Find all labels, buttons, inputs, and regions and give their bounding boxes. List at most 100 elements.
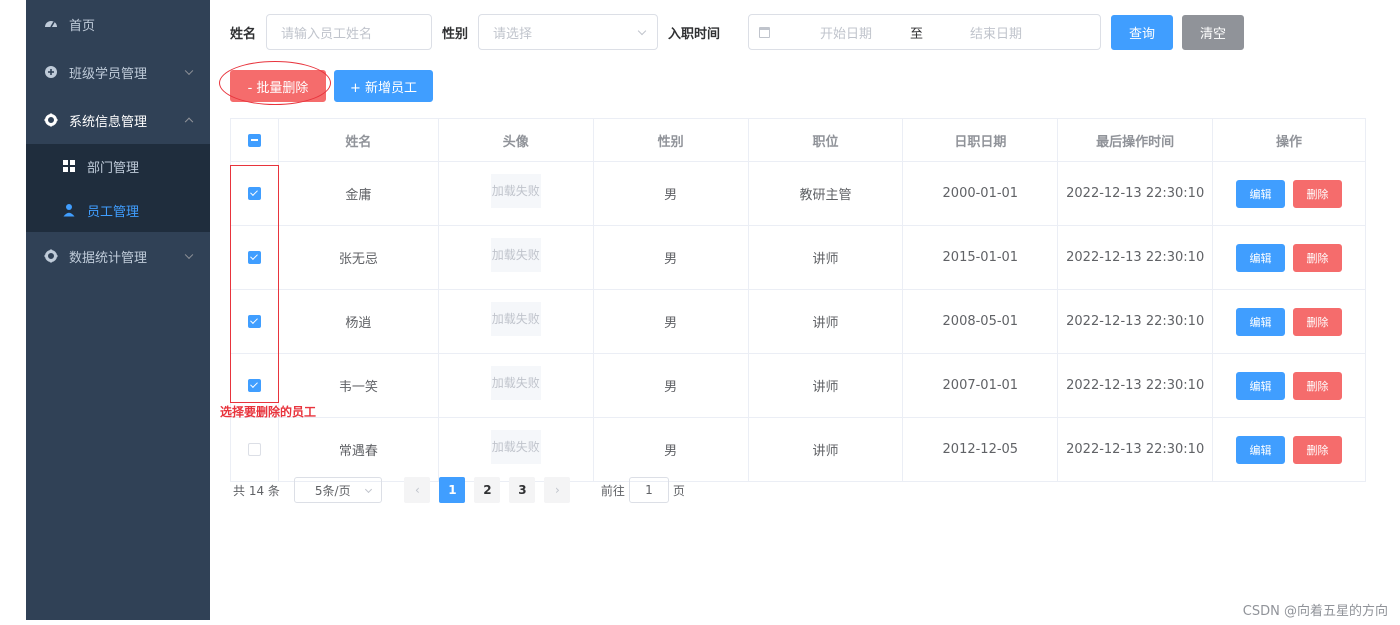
employee-entry-date: 2008-05-01: [903, 290, 1059, 353]
goto-prefix: 前往: [600, 483, 625, 498]
delete-button[interactable]: 删除: [1293, 371, 1343, 400]
main-content: 姓名 请输入员工姓名 性别 请选择 入职时间 开始日期 至 结束日期 查询 清空…: [210, 0, 1400, 625]
table-row: 杨逍 加载失败 男 讲师 2008-05-01 2022-12-13 22:30…: [231, 290, 1366, 354]
employee-gender: 男: [594, 162, 749, 225]
entry-date-range[interactable]: 开始日期 至 结束日期: [748, 14, 1102, 50]
row-checkbox[interactable]: [247, 251, 261, 264]
employee-entry-date: 2000-01-01: [903, 162, 1059, 225]
sidebar-item-departments[interactable]: 部门管理: [26, 144, 210, 188]
pagination-total: 共 14 条: [233, 483, 280, 498]
watermark: CSDN @向着五星的方向: [1242, 604, 1388, 619]
pagination: 共 14 条 5条/页 ‹ 1 2 3 › 前往 1 页: [233, 477, 685, 503]
employee-name: 张无忌: [279, 226, 439, 289]
header-entry-date: 日职日期: [903, 119, 1059, 161]
page-button-1[interactable]: 1: [439, 477, 466, 503]
gender-select[interactable]: 请选择: [478, 14, 659, 50]
sidebar-item-employees[interactable]: 员工管理: [26, 188, 210, 232]
employee-gender: 男: [594, 418, 749, 481]
select-all-checkbox[interactable]: [247, 133, 261, 147]
row-checkbox[interactable]: [247, 315, 261, 328]
employee-gender: 男: [594, 290, 749, 353]
employee-job: 讲师: [749, 418, 904, 481]
add-employee-button[interactable]: + 新增员工: [334, 70, 433, 102]
row-checkbox[interactable]: [247, 443, 261, 456]
edit-button[interactable]: 编辑: [1236, 435, 1286, 464]
sidebar-item-class-students[interactable]: 班级学员管理: [26, 48, 210, 96]
sidebar-item-label: 部门管理: [87, 160, 140, 176]
table-row: 张无忌 加载失败 男 讲师 2015-01-01 2022-12-13 22:3…: [231, 226, 1366, 290]
row-checkbox[interactable]: [247, 379, 261, 392]
sidebar-item-label: 首页: [69, 18, 96, 34]
chevron-down-icon: [364, 485, 372, 494]
delete-button[interactable]: 删除: [1293, 307, 1343, 336]
query-button[interactable]: 查询: [1111, 14, 1174, 50]
employee-name: 金庸: [279, 162, 439, 225]
search-form: 姓名 请输入员工姓名 性别 请选择 入职时间 开始日期 至 结束日期 查询 清空: [230, 14, 1245, 50]
sidebar-item-home[interactable]: 首页: [26, 0, 210, 48]
sidebar-item-label: 员工管理: [87, 204, 140, 220]
sidebar-item-label: 系统信息管理: [69, 114, 148, 130]
clear-button[interactable]: 清空: [1182, 14, 1245, 50]
header-job: 职位: [749, 119, 904, 161]
header-operations: 操作: [1213, 119, 1366, 161]
chevron-down-icon: [184, 66, 194, 76]
page-size-select[interactable]: 5条/页: [293, 477, 382, 503]
avatar: 加载失败: [490, 237, 541, 272]
gear-icon: [44, 113, 58, 127]
employee-gender: 男: [594, 354, 749, 417]
avatar: 加载失败: [490, 365, 541, 400]
row-checkbox[interactable]: [247, 187, 261, 200]
gender-label: 性别: [442, 26, 469, 42]
name-label: 姓名: [230, 26, 257, 42]
plus-circle-icon: [44, 65, 58, 79]
employee-update-time: 2022-12-13 22:30:10: [1058, 162, 1214, 225]
next-page-button[interactable]: ›: [544, 477, 571, 503]
prev-page-button[interactable]: ‹: [404, 477, 431, 503]
sidebar-item-data-statistics[interactable]: 数据统计管理: [26, 232, 210, 280]
sidebar: 首页 班级学员管理 系统信息管理 部门管理 员工管理 数据统计管理: [26, 0, 210, 620]
employee-name: 常遇春: [279, 418, 439, 481]
employee-update-time: 2022-12-13 22:30:10: [1058, 418, 1214, 481]
entry-date-label: 入职时间: [668, 26, 721, 42]
header-avatar: 头像: [439, 119, 594, 161]
delete-button[interactable]: 删除: [1293, 179, 1343, 208]
page-button-2[interactable]: 2: [474, 477, 501, 503]
edit-button[interactable]: 编辑: [1236, 371, 1286, 400]
employee-entry-date: 2012-12-05: [903, 418, 1059, 481]
select-all-cell: [231, 119, 279, 161]
header-name: 姓名: [279, 119, 439, 161]
start-date-input[interactable]: 开始日期: [810, 23, 882, 42]
table-row: 常遇春 加载失败 男 讲师 2012-12-05 2022-12-13 22:3…: [231, 418, 1366, 482]
grid-icon: [62, 159, 76, 173]
employee-update-time: 2022-12-13 22:30:10: [1058, 354, 1214, 417]
batch-delete-button[interactable]: - 批量删除: [230, 70, 326, 102]
selection-annotation: 选择要删除的员工: [220, 405, 317, 419]
end-date-input[interactable]: 结束日期: [951, 23, 1041, 42]
table-row: 金庸 加载失败 男 教研主管 2000-01-01 2022-12-13 22:…: [231, 162, 1366, 226]
employee-update-time: 2022-12-13 22:30:10: [1058, 290, 1214, 353]
user-icon: [62, 203, 76, 217]
table-row: 韦一笑 加载失败 男 讲师 2007-01-01 2022-12-13 22:3…: [231, 354, 1366, 418]
employee-name: 杨逍: [279, 290, 439, 353]
employee-update-time: 2022-12-13 22:30:10: [1058, 226, 1214, 289]
page-button-3[interactable]: 3: [509, 477, 536, 503]
employee-job: 讲师: [749, 354, 904, 417]
delete-button[interactable]: 删除: [1293, 435, 1343, 464]
action-bar: - 批量删除 + 新增员工: [230, 70, 433, 102]
sidebar-item-system-info[interactable]: 系统信息管理: [26, 96, 210, 144]
header-gender: 性别: [594, 119, 749, 161]
name-input[interactable]: 请输入员工姓名: [266, 14, 433, 50]
sidebar-item-label: 班级学员管理: [69, 66, 148, 82]
goto-page-input[interactable]: 1: [628, 477, 669, 503]
avatar: 加载失败: [490, 173, 541, 208]
employee-job: 教研主管: [749, 162, 904, 225]
page-size-value: 5条/页: [314, 483, 351, 498]
gender-placeholder: 请选择: [493, 26, 533, 42]
edit-button[interactable]: 编辑: [1236, 307, 1286, 336]
employee-job: 讲师: [749, 290, 904, 353]
gear-icon: [44, 249, 58, 263]
edit-button[interactable]: 编辑: [1236, 243, 1286, 272]
delete-button[interactable]: 删除: [1293, 243, 1343, 272]
avatar: 加载失败: [490, 301, 541, 336]
edit-button[interactable]: 编辑: [1236, 179, 1286, 208]
